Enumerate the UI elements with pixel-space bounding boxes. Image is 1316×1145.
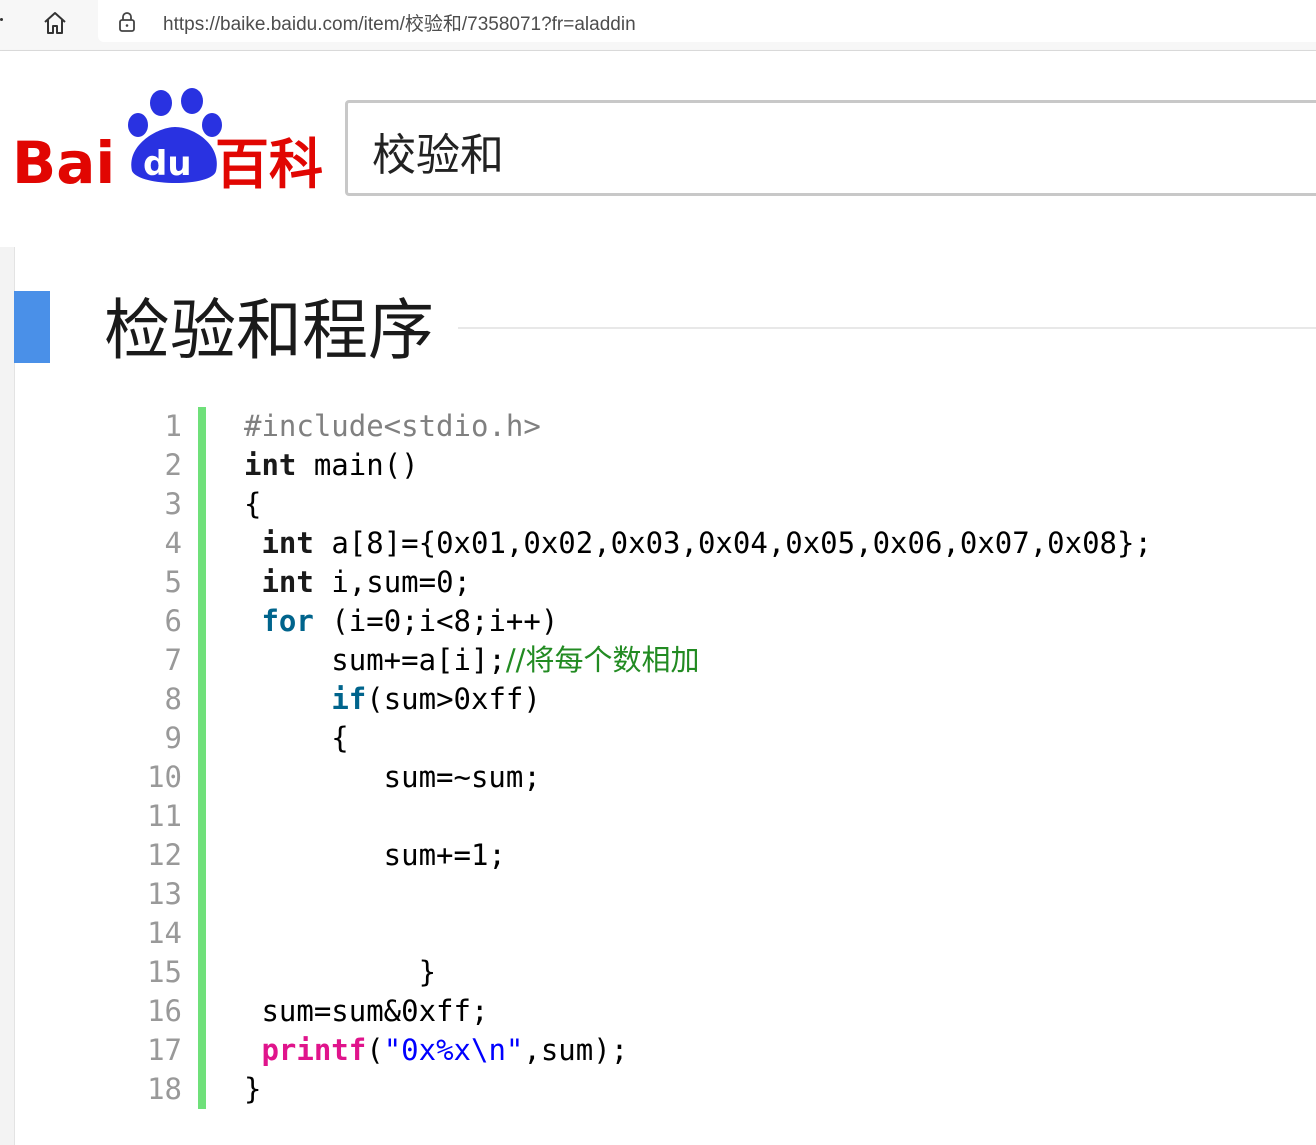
code-token: } [244, 1072, 262, 1106]
address-bar[interactable]: https://baike.baidu.com/item/校验和/7358071… [98, 0, 1316, 42]
line-number: 10 [147, 760, 182, 794]
lock-icon [119, 12, 135, 32]
code-token: "0x%x\n" [383, 1033, 524, 1067]
code-lines: #include<stdio.h> int main(){ int a[8]={0… [244, 407, 1152, 1109]
url-text[interactable]: https://baike.baidu.com/item/校验和/7358071… [163, 9, 636, 36]
code-token: a[8]={0x01,0x02,0x03,0x04,0x05,0x06,0x07… [313, 526, 1152, 560]
line-number: 14 [147, 916, 182, 950]
line-number-gutter: 1 2 3 4 5 6 7 8 9 10 11 12 13 14 15 16 17 18 [120, 407, 182, 1109]
code-token: int [244, 448, 297, 482]
code-line: sum=sum&0xff; [244, 992, 1152, 1031]
site-header: du Bai 百科 校验和 [0, 51, 1316, 247]
line-number: 8 [164, 682, 182, 716]
svg-text:du: du [143, 144, 192, 184]
code-token: //将每个数相加 [505, 643, 700, 677]
browser-toolbar: https://baike.baidu.com/item/校验和/7358071… [0, 0, 1316, 51]
line-number: 15 [147, 955, 182, 989]
code-accent-bar [198, 407, 206, 1109]
code-token: ( [366, 1033, 384, 1067]
code-token: (i=0;i<8;i++) [313, 604, 559, 638]
code-token: if [331, 682, 367, 716]
code-token: ,sum); [523, 1033, 629, 1067]
code-token: main() [296, 448, 419, 482]
line-number: 11 [147, 799, 182, 833]
code-token: printf [261, 1033, 367, 1067]
main-content: 检验和程序 1 2 3 4 5 6 7 8 9 10 11 12 13 14 15 16 17 18 #inclu… [0, 247, 1316, 1145]
heading-accent-bar [14, 291, 50, 363]
svg-text:Bai: Bai [12, 129, 115, 197]
code-token: sum=~sum; [244, 760, 541, 794]
section-divider [458, 327, 1316, 329]
code-token: sum=sum&0xff; [244, 994, 489, 1028]
code-line: #include<stdio.h> [244, 407, 1152, 446]
code-line: { [244, 719, 1152, 758]
code-token: for [261, 604, 314, 638]
code-token: { [244, 721, 349, 755]
code-token: #include<stdio.h> [244, 409, 541, 443]
code-line: int a[8]={0x01,0x02,0x03,0x04,0x05,0x06,… [244, 524, 1152, 563]
line-number: 18 [147, 1072, 182, 1106]
code-line: for (i=0;i<8;i++) [244, 602, 1152, 641]
line-number: 6 [164, 604, 182, 638]
code-token: (sum>0xff) [366, 682, 541, 716]
code-token: int [261, 526, 314, 560]
line-number: 3 [164, 487, 182, 521]
baidu-baike-logo[interactable]: du Bai 百科 [12, 87, 323, 197]
search-input[interactable]: 校验和 [345, 100, 1316, 196]
code-line: int main() [244, 446, 1152, 485]
line-number: 13 [147, 877, 182, 911]
code-block: 1 2 3 4 5 6 7 8 9 10 11 12 13 14 15 16 17 18 #include<std… [120, 407, 1316, 1109]
section-title: 检验和程序 [104, 292, 434, 369]
code-token: i,sum=0; [313, 565, 471, 599]
code-token: sum+=1; [244, 838, 506, 872]
svg-text:百科: 百科 [215, 133, 322, 196]
code-token: sum+=a[i]; [244, 643, 506, 677]
line-number: 2 [164, 448, 182, 482]
back-button-edge[interactable] [0, 18, 3, 21]
code-line: sum=~sum; [244, 758, 1152, 797]
code-token: } [244, 955, 437, 989]
code-line: sum+=1; [244, 836, 1152, 875]
code-line: } [244, 953, 1152, 992]
code-line: { [244, 485, 1152, 524]
code-line: if(sum>0xff) [244, 680, 1152, 719]
code-token: int [261, 565, 314, 599]
search-input-value[interactable]: 校验和 [372, 119, 504, 183]
code-line: } [244, 1070, 1152, 1109]
line-number: 1 [164, 409, 182, 443]
line-number: 9 [164, 721, 182, 755]
line-number: 17 [147, 1033, 182, 1067]
code-line: printf("0x%x\n",sum); [244, 1031, 1152, 1070]
code-token: { [244, 487, 262, 521]
line-number: 4 [164, 526, 182, 560]
line-number: 7 [164, 643, 182, 677]
home-icon [44, 12, 66, 34]
home-button[interactable] [38, 8, 72, 38]
line-number: 5 [164, 565, 182, 599]
line-number: 16 [147, 994, 182, 1028]
code-line: sum+=a[i];//将每个数相加 [244, 641, 1152, 680]
line-number: 12 [147, 838, 182, 872]
left-gutter [0, 247, 15, 1145]
code-line: int i,sum=0; [244, 563, 1152, 602]
